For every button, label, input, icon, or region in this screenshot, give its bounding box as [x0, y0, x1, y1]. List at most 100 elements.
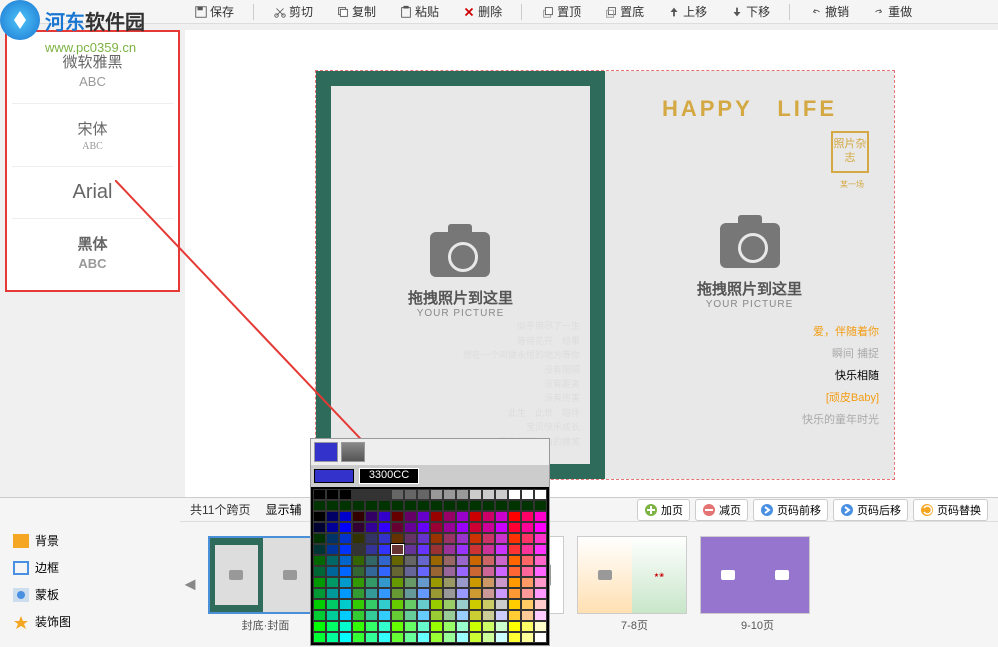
color-swatch[interactable]: [417, 599, 430, 610]
color-swatch[interactable]: [378, 522, 391, 533]
color-swatch[interactable]: [521, 588, 534, 599]
color-swatch[interactable]: [456, 533, 469, 544]
cut-button[interactable]: 剪切: [269, 1, 317, 22]
color-swatch[interactable]: [378, 544, 391, 555]
color-swatch[interactable]: [534, 632, 547, 643]
side-text[interactable]: 爱，伴随着你瞬间 捕捉快乐相随[顽皮Baby]快乐的童年时光: [802, 321, 879, 431]
color-swatch[interactable]: [352, 533, 365, 544]
color-swatch[interactable]: [430, 577, 443, 588]
color-swatch[interactable]: [365, 577, 378, 588]
canvas-area[interactable]: 拖拽照片到这里 YOUR PICTURE 似乎用尽了一生等待花开 结果想在一个叫…: [185, 30, 998, 497]
color-swatch[interactable]: [482, 577, 495, 588]
color-swatch[interactable]: [365, 610, 378, 621]
color-swatch[interactable]: [443, 632, 456, 643]
thumb-prev[interactable]: ◄: [180, 545, 200, 625]
color-tab-gradient[interactable]: [341, 442, 365, 462]
color-swatch[interactable]: [378, 555, 391, 566]
color-swatch[interactable]: [508, 599, 521, 610]
redo-button[interactable]: 重做: [868, 1, 916, 22]
color-swatch[interactable]: [469, 533, 482, 544]
color-swatch[interactable]: [313, 566, 326, 577]
color-swatch[interactable]: [391, 533, 404, 544]
color-swatch[interactable]: [508, 566, 521, 577]
color-swatch[interactable]: [521, 621, 534, 632]
color-swatch[interactable]: [521, 599, 534, 610]
color-swatch[interactable]: [339, 588, 352, 599]
photo-dropzone-right[interactable]: 拖拽照片到这里 YOUR PICTURE: [620, 223, 879, 310]
paste-button[interactable]: 粘贴: [395, 1, 443, 22]
color-swatch[interactable]: [521, 577, 534, 588]
color-swatch[interactable]: [404, 621, 417, 632]
color-swatch[interactable]: [508, 588, 521, 599]
color-swatch[interactable]: [495, 588, 508, 599]
color-swatch[interactable]: [391, 566, 404, 577]
tool-border[interactable]: 边框: [5, 554, 175, 581]
color-swatch[interactable]: [443, 588, 456, 599]
color-swatch[interactable]: [534, 522, 547, 533]
color-swatch[interactable]: [326, 588, 339, 599]
color-swatch[interactable]: [469, 621, 482, 632]
color-swatch[interactable]: [378, 621, 391, 632]
color-swatch[interactable]: [326, 511, 339, 522]
stamp-box[interactable]: 照片杂志: [831, 131, 869, 173]
color-swatch[interactable]: [508, 610, 521, 621]
color-swatch[interactable]: [365, 621, 378, 632]
color-swatch[interactable]: [313, 533, 326, 544]
color-swatch[interactable]: [326, 522, 339, 533]
color-swatch[interactable]: [352, 511, 365, 522]
delete-button[interactable]: 删除: [458, 1, 506, 22]
color-swatch[interactable]: [482, 544, 495, 555]
color-swatch[interactable]: [469, 511, 482, 522]
color-swatch[interactable]: [404, 588, 417, 599]
color-swatch[interactable]: [352, 632, 365, 643]
color-swatch[interactable]: [365, 599, 378, 610]
color-swatch[interactable]: [521, 555, 534, 566]
color-swatch[interactable]: [456, 621, 469, 632]
show-guide-toggle[interactable]: 显示辅: [265, 501, 301, 518]
page-left[interactable]: 拖拽照片到这里 YOUR PICTURE 似乎用尽了一生等待花开 结果想在一个叫…: [316, 71, 605, 479]
color-swatch[interactable]: [313, 511, 326, 522]
color-swatch[interactable]: [443, 555, 456, 566]
color-swatch[interactable]: [404, 566, 417, 577]
color-swatch[interactable]: [404, 544, 417, 555]
add-page-button[interactable]: 加页: [637, 499, 690, 521]
color-swatch[interactable]: [339, 632, 352, 643]
color-swatch[interactable]: [365, 533, 378, 544]
color-swatch[interactable]: [521, 533, 534, 544]
color-swatch[interactable]: [365, 588, 378, 599]
color-swatch[interactable]: [469, 599, 482, 610]
color-swatch[interactable]: [352, 621, 365, 632]
color-swatch[interactable]: [430, 599, 443, 610]
color-swatch[interactable]: [469, 566, 482, 577]
color-swatch[interactable]: [313, 544, 326, 555]
color-swatch[interactable]: [339, 599, 352, 610]
color-swatch[interactable]: [365, 511, 378, 522]
color-swatch[interactable]: [495, 522, 508, 533]
color-swatch[interactable]: [521, 566, 534, 577]
color-swatch[interactable]: [417, 555, 430, 566]
color-swatch[interactable]: [378, 632, 391, 643]
poem-text[interactable]: 似乎用尽了一生等待花开 结果想在一个叫做永恒的地方等你没有阻隔没有距离没有伤害此…: [463, 319, 580, 449]
color-swatch[interactable]: [495, 632, 508, 643]
color-swatch[interactable]: [391, 588, 404, 599]
color-swatch[interactable]: [326, 544, 339, 555]
color-swatch[interactable]: [534, 599, 547, 610]
color-swatch[interactable]: [339, 610, 352, 621]
color-swatch[interactable]: [456, 566, 469, 577]
color-swatch[interactable]: [339, 533, 352, 544]
color-swatch[interactable]: [391, 522, 404, 533]
color-swatch[interactable]: [339, 566, 352, 577]
color-swatch[interactable]: [339, 522, 352, 533]
color-swatch[interactable]: [313, 599, 326, 610]
color-swatch[interactable]: [534, 533, 547, 544]
undo-button[interactable]: 撤销: [805, 1, 853, 22]
font-item-arial[interactable]: Arial: [12, 167, 173, 219]
color-swatch[interactable]: [339, 621, 352, 632]
color-swatch[interactable]: [404, 599, 417, 610]
color-swatch[interactable]: [443, 566, 456, 577]
color-swatch[interactable]: [326, 599, 339, 610]
color-swatch[interactable]: [495, 511, 508, 522]
color-swatch[interactable]: [417, 621, 430, 632]
color-swatch[interactable]: [456, 610, 469, 621]
color-swatch[interactable]: [417, 522, 430, 533]
